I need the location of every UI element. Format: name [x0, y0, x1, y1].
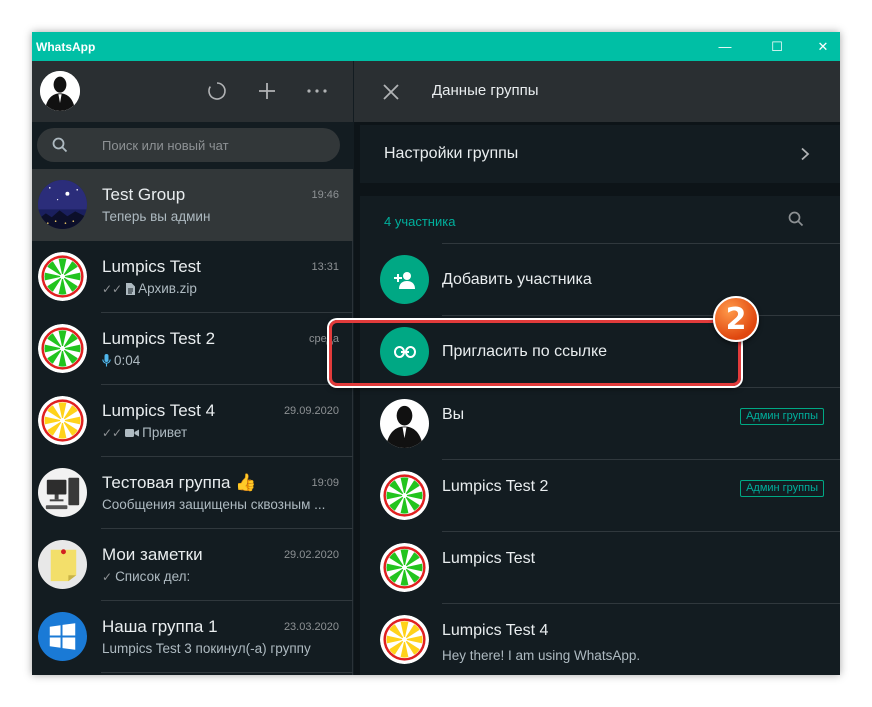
search-members-icon[interactable]: [787, 210, 805, 228]
members-count: 4 участника: [384, 214, 456, 229]
chat-time: 19:09: [311, 477, 339, 489]
chat-preview: Теперь вы админ: [102, 209, 211, 224]
maximize-button[interactable]: ☐: [754, 32, 800, 61]
member-name: Вы: [442, 406, 465, 423]
silhouette-icon: [40, 71, 80, 111]
search-bar: [32, 122, 353, 169]
chat-time: 29.02.2020: [283, 549, 339, 561]
member-name: Lumpics Test: [442, 550, 536, 567]
night-sky-avatar: [38, 180, 87, 229]
chat-name: Lumpics Test 4: [102, 401, 216, 420]
member-row-lumpics-test[interactable]: Lumpics Test: [360, 531, 840, 603]
member-name: Lumpics Test 4: [442, 622, 549, 639]
more-options-icon[interactable]: [304, 78, 330, 104]
double-check-icon: ✓✓: [102, 281, 123, 296]
chat-preview: Привет: [142, 425, 188, 440]
member-row-lumpics-test-4[interactable]: Lumpics Test 4 Hey there! I am using Wha…: [360, 603, 840, 675]
silhouette-avatar: [380, 399, 429, 448]
chat-name: Мои заметки: [102, 545, 203, 564]
chat-time: 13:31: [311, 261, 339, 273]
member-name: Lumpics Test 2: [442, 478, 549, 495]
green-lime-avatar: [380, 471, 429, 520]
step-number-badge: 2: [713, 296, 759, 342]
chat-time: 19:46: [311, 189, 339, 201]
status-icon[interactable]: [204, 78, 230, 104]
new-chat-icon[interactable]: [254, 78, 280, 104]
chat-item-lumpics-test[interactable]: Lumpics Test 13:31 ✓✓ Архив.zip: [32, 241, 353, 313]
search-input[interactable]: [102, 135, 322, 155]
chat-sidebar: Test Group 19:46 Теперь вы админ Lumpics…: [32, 61, 353, 675]
add-person-icon: [380, 255, 429, 304]
document-icon: [126, 282, 136, 295]
admin-badge: Админ группы: [740, 480, 824, 497]
chevron-right-icon: [801, 147, 810, 161]
member-status: Hey there! I am using WhatsApp.: [442, 648, 641, 663]
members-section: 4 участника Добавить участника Пригласит…: [360, 196, 840, 675]
chat-item-test-group[interactable]: Test Group 19:46 Теперь вы админ: [32, 169, 353, 241]
chat-item-my-notes[interactable]: Мои заметки 29.02.2020 ✓ Список дел:: [32, 529, 353, 601]
step-highlight-frame: [329, 320, 741, 386]
chat-item-lumpics-test-2[interactable]: Lumpics Test 2 среда 0:04: [32, 313, 353, 385]
chat-preview: 0:04: [114, 353, 141, 368]
chat-name: Наша группа 1: [102, 617, 218, 636]
admin-badge: Админ группы: [740, 408, 824, 425]
thumbs-up-emoji: 👍: [235, 473, 257, 492]
chat-name: Тестовая группа: [102, 473, 231, 492]
sidebar-header: [32, 61, 353, 122]
chat-preview: Архив.zip: [138, 281, 197, 296]
search-icon: [52, 137, 68, 153]
group-settings-row[interactable]: Настройки группы: [360, 125, 840, 183]
app-title: WhatsApp: [36, 40, 96, 54]
member-row-lumpics-test-2[interactable]: Lumpics Test 2 Админ группы: [360, 459, 840, 531]
green-lime-avatar: [38, 252, 87, 301]
group-info-header: Данные группы: [354, 61, 840, 122]
chat-item-our-group-1[interactable]: Наша группа 1 23.03.2020 Lumpics Test 3 …: [32, 601, 353, 673]
video-camera-icon: [125, 428, 140, 437]
my-profile-avatar[interactable]: [40, 71, 80, 111]
minimize-button[interactable]: —: [702, 32, 748, 61]
chat-time: 29.09.2020: [283, 405, 339, 417]
close-icon[interactable]: [380, 81, 402, 103]
add-member-button[interactable]: Добавить участника: [360, 243, 840, 315]
computer-avatar: [38, 468, 87, 517]
microphone-icon: [102, 354, 111, 367]
check-icon: ✓: [102, 569, 113, 584]
double-check-icon: ✓✓: [102, 425, 123, 440]
search-box[interactable]: [37, 128, 340, 162]
chat-list: Test Group 19:46 Теперь вы админ Lumpics…: [32, 169, 353, 673]
group-settings-label: Настройки группы: [384, 145, 519, 162]
close-window-button[interactable]: ✕: [800, 32, 840, 61]
chat-item-test-group-ru[interactable]: Тестовая группа 👍 19:09 Сообщения защище…: [32, 457, 353, 529]
chat-preview: Сообщения защищены сквозным ...: [102, 497, 326, 512]
chat-preview: Список дел:: [115, 569, 191, 584]
sticky-note-avatar: [38, 540, 87, 589]
windows-logo-avatar: [38, 612, 87, 661]
green-lime-avatar: [38, 324, 87, 373]
chat-item-lumpics-test-4[interactable]: Lumpics Test 4 29.09.2020 ✓✓ Привет: [32, 385, 353, 457]
chat-name: Lumpics Test: [102, 257, 201, 276]
member-row-you[interactable]: Вы Админ группы: [360, 387, 840, 459]
chat-name: Test Group: [102, 185, 186, 204]
yellow-lemon-avatar: [38, 396, 87, 445]
green-lime-avatar: [380, 543, 429, 592]
chat-preview: Lumpics Test 3 покинул(-а) группу: [102, 641, 311, 656]
yellow-lemon-avatar: [380, 615, 429, 664]
title-bar: WhatsApp — ☐ ✕: [32, 32, 840, 61]
chat-name: Lumpics Test 2: [102, 329, 216, 348]
chat-time: 23.03.2020: [283, 621, 339, 633]
add-member-label: Добавить участника: [442, 271, 592, 288]
panel-title: Данные группы: [432, 82, 539, 99]
